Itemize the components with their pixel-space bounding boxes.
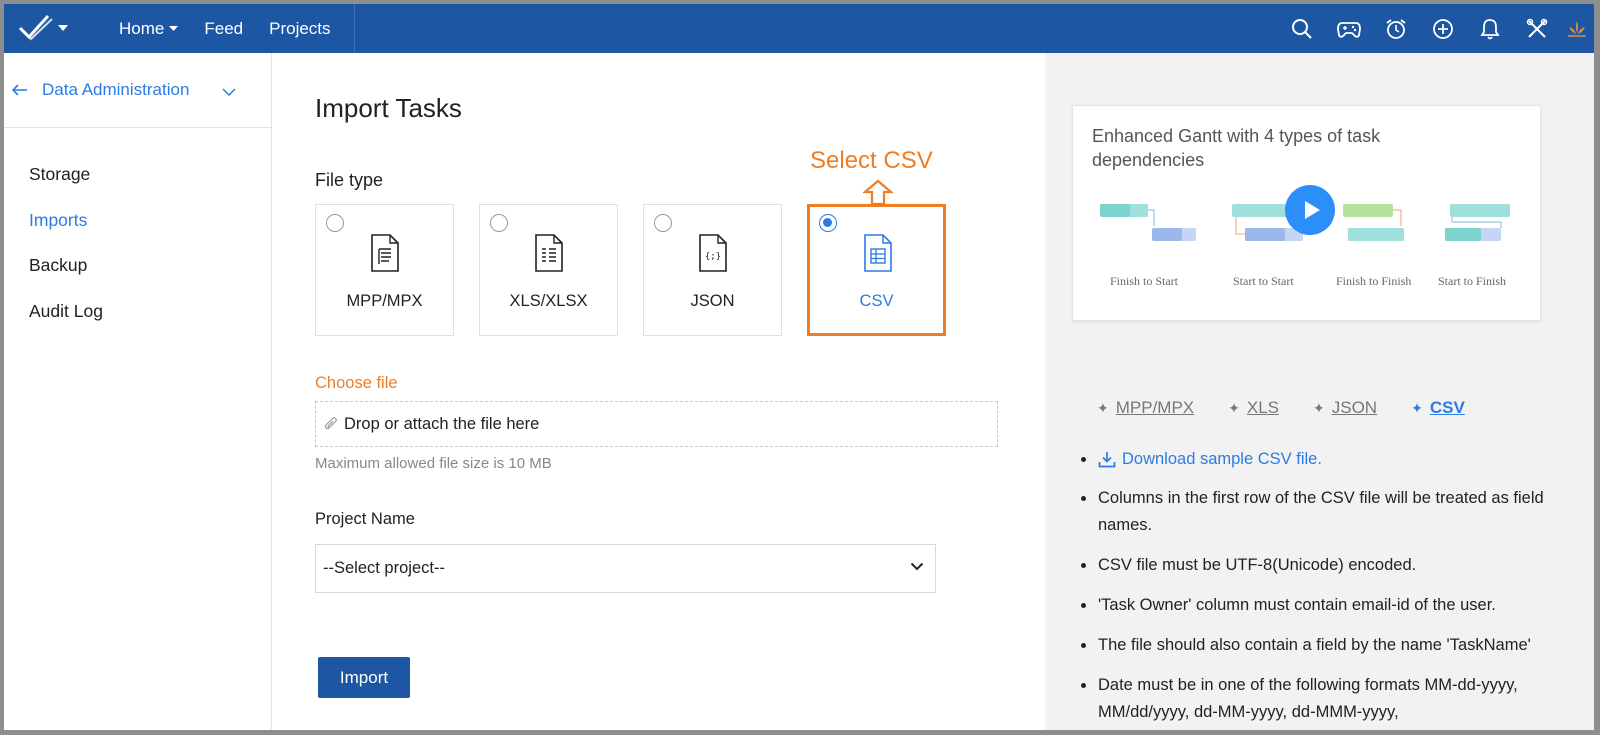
import-button[interactable]: Import [318, 657, 410, 698]
file-size-hint: Maximum allowed file size is 10 MB [315, 455, 552, 472]
paperclip-icon [324, 417, 337, 430]
sidebar-item-audit-log[interactable]: Audit Log [4, 299, 271, 345]
top-icons [1278, 4, 1594, 53]
file-type-mpp[interactable]: MPP/MPX [315, 204, 454, 336]
nav-projects[interactable]: Projects [269, 19, 330, 39]
rule-item: Columns in the first row of the CSV file… [1079, 485, 1589, 539]
choose-file-label: Choose file [315, 374, 398, 392]
checkmark-logo-icon [18, 14, 53, 41]
xls-file-icon [535, 234, 563, 272]
dropzone-text: Drop or attach the file here [344, 414, 540, 433]
file-type-csv[interactable]: CSV [807, 204, 946, 336]
annotation-arrow-icon [863, 179, 893, 205]
download-link-text: Download sample CSV file. [1122, 450, 1322, 468]
back-arrow-icon[interactable] [11, 80, 34, 101]
nav-projects-label: Projects [269, 18, 331, 38]
dependency-label: Start to Finish [1438, 274, 1507, 288]
nav-feed-label: Feed [204, 18, 244, 38]
app-window: Home Feed Projects Data Administration S… [0, 0, 1600, 735]
format-tabs: ✦ MPP/MPX ✦ XLS ✦ JSON ✦ CSV [1097, 398, 1499, 418]
tab-label: CSV [1429, 398, 1465, 417]
sidebar-item-storage[interactable]: Storage [4, 162, 271, 208]
file-dropzone[interactable]: Drop or attach the file here [315, 401, 998, 447]
top-navigation-bar: Home Feed Projects [4, 4, 1594, 53]
sidebar-item-backup[interactable]: Backup [4, 253, 271, 299]
file-type-xls[interactable]: XLS/XLSX [479, 204, 618, 336]
select-csv-annotation: Select CSV [810, 147, 933, 174]
radio-xls[interactable] [490, 214, 508, 232]
project-select[interactable]: --Select project-- [315, 544, 936, 593]
rule-item: The file should also contain a field by … [1079, 632, 1589, 659]
file-type-label-xls: XLS/XLSX [509, 292, 588, 310]
caret-down-icon [58, 25, 68, 31]
main-content: Import Tasks File type Select CSV MPP/MP… [272, 53, 1045, 730]
mpp-file-icon [371, 234, 399, 272]
alarm-clock-icon[interactable] [1372, 4, 1419, 53]
file-type-label-csv: CSV [859, 292, 894, 310]
nav-divider [354, 4, 355, 53]
add-circle-icon[interactable] [1419, 4, 1466, 53]
sidebar-item-imports[interactable]: Imports [4, 208, 271, 254]
tab-json[interactable]: ✦ JSON [1313, 398, 1377, 418]
radio-mpp[interactable] [326, 214, 344, 232]
dependency-label: Finish to Start [1110, 274, 1179, 288]
sidebar: Data Administration Storage Imports Back… [4, 53, 272, 730]
tools-icon[interactable] [1513, 4, 1560, 53]
chevron-down-icon[interactable] [222, 83, 236, 101]
file-type-label-mpp: MPP/MPX [346, 292, 423, 310]
app-logo-menu[interactable] [18, 10, 76, 46]
tab-label: JSON [1331, 398, 1378, 417]
file-type-label-json: JSON [690, 292, 735, 310]
tab-mpp[interactable]: ✦ MPP/MPX [1097, 398, 1194, 418]
user-avatar-icon[interactable] [1560, 4, 1594, 53]
sidebar-title[interactable]: Data Administration [42, 80, 189, 100]
page-title: Import Tasks [315, 93, 462, 123]
sparkle-icon: ✦ [1411, 399, 1423, 416]
radio-csv[interactable] [819, 214, 837, 232]
tab-csv[interactable]: ✦ CSV [1411, 398, 1465, 418]
rule-item: Date must be in one of the following for… [1079, 672, 1589, 726]
download-icon [1098, 452, 1116, 468]
file-type-json[interactable]: {;} JSON [643, 204, 782, 336]
rule-item: 'Task Owner' column must contain email-i… [1079, 592, 1589, 619]
gantt-video-card[interactable]: Enhanced Gantt with 4 types of task depe… [1072, 105, 1541, 321]
project-select-value: --Select project-- [323, 559, 445, 577]
tab-xls[interactable]: ✦ XLS [1228, 398, 1279, 418]
sparkle-icon: ✦ [1097, 399, 1109, 416]
sidebar-header: Data Administration [4, 53, 271, 128]
chevron-down-icon [169, 25, 179, 31]
csv-rules-list: Download sample CSV file. Columns in the… [1079, 446, 1589, 730]
gamepad-icon[interactable] [1325, 4, 1372, 53]
json-file-icon: {;} [699, 234, 727, 272]
main-nav: Home Feed Projects [119, 4, 357, 53]
bell-icon[interactable] [1466, 4, 1513, 53]
search-icon[interactable] [1278, 4, 1325, 53]
sidebar-menu: Storage Imports Backup Audit Log [4, 128, 271, 344]
chevron-down-icon [910, 562, 924, 571]
tab-label: XLS [1246, 398, 1280, 417]
nav-home-label: Home [119, 18, 165, 38]
tab-label: MPP/MPX [1115, 398, 1195, 417]
download-sample-link[interactable]: Download sample CSV file. [1079, 446, 1589, 473]
svg-text:{;}: {;} [705, 252, 721, 262]
help-panel: Enhanced Gantt with 4 types of task depe… [1045, 53, 1594, 730]
file-type-label: File type [315, 170, 384, 190]
play-button[interactable] [1285, 185, 1335, 235]
rule-item: CSV file must be UTF-8(Unicode) encoded. [1079, 552, 1589, 579]
radio-json[interactable] [654, 214, 672, 232]
csv-file-icon [864, 234, 892, 272]
sparkle-icon: ✦ [1313, 399, 1325, 416]
dependency-label: Finish to Finish [1336, 274, 1412, 288]
dependency-label: Start to Start [1233, 274, 1294, 288]
sparkle-icon: ✦ [1228, 399, 1240, 416]
nav-home[interactable]: Home [119, 18, 179, 39]
nav-feed[interactable]: Feed [204, 19, 243, 39]
project-name-label: Project Name [315, 510, 415, 528]
